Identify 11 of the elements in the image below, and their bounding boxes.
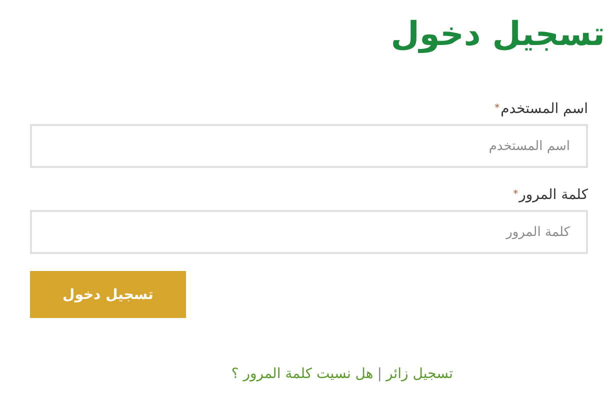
login-button[interactable]: تسجيل دخول: [30, 271, 186, 318]
username-field[interactable]: اسم المستخدم: [30, 124, 588, 168]
field-label: اسم المستخدم*: [494, 100, 588, 118]
link-separator: |: [377, 366, 382, 382]
guest-signup-link[interactable]: تسجيل زائر: [386, 366, 453, 382]
page-title: تسجيل دخول: [390, 13, 605, 55]
field-label: كلمة المرور*: [513, 186, 588, 204]
required-mark: *: [494, 102, 500, 116]
required-mark: *: [513, 188, 518, 202]
forgot-password-link[interactable]: هل نسيت كلمة المرور ؟: [231, 366, 374, 382]
password-field[interactable]: كلمة المرور: [30, 210, 588, 254]
